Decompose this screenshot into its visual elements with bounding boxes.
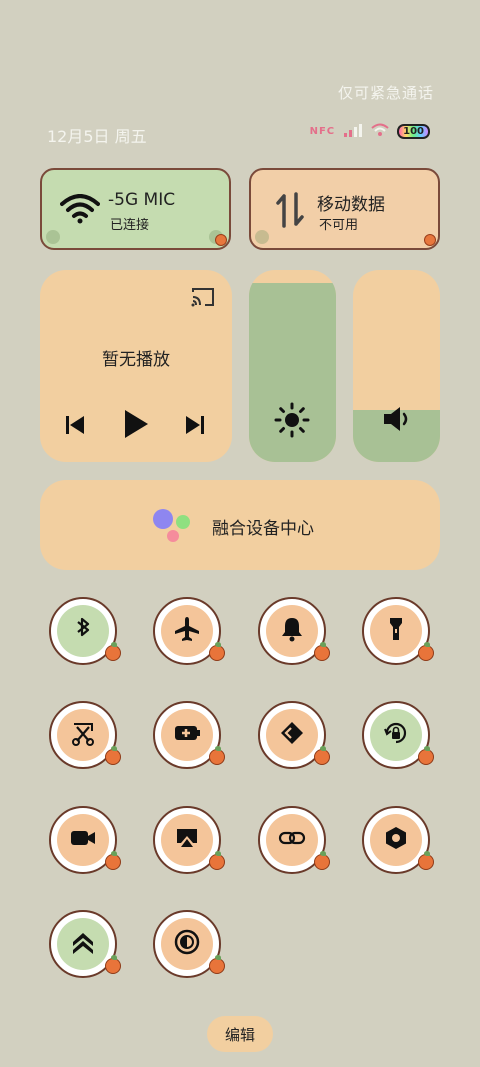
fruit-decoration-icon	[105, 955, 121, 974]
video-camera-icon	[69, 824, 97, 856]
battery-saver-toggle-face	[161, 709, 213, 761]
brightness-slider[interactable]	[249, 270, 336, 462]
fruit-decoration-icon	[314, 746, 330, 765]
cast-icon[interactable]	[190, 286, 216, 312]
flashlight-icon	[382, 615, 410, 647]
scissors-icon	[69, 719, 97, 751]
bluetooth-icon	[69, 615, 97, 647]
diamond-arrow-icon	[278, 719, 306, 751]
bell-icon	[278, 615, 306, 647]
flashlight-toggle[interactable]	[362, 597, 434, 665]
media-title: 暂无播放	[102, 350, 170, 370]
play-icon[interactable]	[122, 408, 150, 444]
wifi-icon	[60, 194, 100, 228]
bell-toggle-face	[266, 605, 318, 657]
skip-previous-icon[interactable]	[64, 414, 86, 440]
volume-slider[interactable]	[353, 270, 440, 462]
sun-icon	[274, 402, 310, 442]
bell-toggle[interactable]	[258, 597, 330, 665]
fusion-device-label: 融合设备中心	[212, 519, 314, 539]
nearby-share-toggle[interactable]	[258, 701, 330, 769]
settings-hex-toggle-face	[370, 814, 422, 866]
bluetooth-toggle[interactable]	[49, 597, 121, 665]
wifi-status: 已连接	[110, 218, 150, 233]
emergency-calls-only-text: 仅可紧急通话	[337, 84, 434, 102]
decor-dot	[46, 230, 60, 244]
bluetooth-toggle-face	[57, 605, 109, 657]
link-toggle[interactable]	[258, 806, 330, 874]
chevrons-up-icon	[69, 928, 97, 960]
wifi-status-icon	[371, 122, 389, 141]
screen-record-toggle[interactable]	[49, 806, 121, 874]
dark-mode-toggle-face	[161, 918, 213, 970]
fruit-decoration-icon	[105, 746, 121, 765]
screen-record-toggle-face	[57, 814, 109, 866]
performance-toggle-face	[57, 918, 109, 970]
fusion-device-icon	[152, 508, 194, 548]
media-player-tile[interactable]: 暂无播放	[40, 270, 232, 462]
skip-next-icon[interactable]	[184, 414, 206, 440]
status-icons: NFC 100	[310, 122, 430, 141]
signal-icon	[343, 122, 363, 141]
fruit-decoration-icon	[424, 234, 436, 246]
wifi-network-name: -5G MIC	[108, 190, 176, 210]
fruit-decoration-icon	[209, 955, 225, 974]
fruit-decoration-icon	[418, 642, 434, 661]
fruit-decoration-icon	[105, 851, 121, 870]
nfc-icon: NFC	[309, 126, 336, 137]
screen-cast-toggle-face	[161, 814, 213, 866]
mobile-data-title: 移动数据	[317, 195, 385, 215]
hexagon-nut-icon	[382, 824, 410, 856]
screen-cast-toggle[interactable]	[153, 806, 225, 874]
dark-mode-toggle[interactable]	[153, 910, 225, 978]
battery-plus-icon	[173, 719, 201, 751]
battery-icon: 100	[397, 124, 430, 139]
edit-button[interactable]: 编辑	[207, 1016, 273, 1052]
decor-dot	[255, 230, 269, 244]
airplane-toggle[interactable]	[153, 597, 225, 665]
mobile-data-tile[interactable]: 移动数据 不可用	[249, 168, 440, 250]
fusion-device-center-tile[interactable]: 融合设备中心	[40, 480, 440, 570]
airplane-icon	[173, 615, 201, 647]
fruit-decoration-icon	[314, 642, 330, 661]
rotation-lock-toggle-face	[370, 709, 422, 761]
fruit-decoration-icon	[209, 746, 225, 765]
link-icon	[278, 824, 306, 856]
flashlight-toggle-face	[370, 605, 422, 657]
screenshot-toggle-face	[57, 709, 109, 761]
speaker-icon	[381, 404, 413, 438]
airplane-toggle-face	[161, 605, 213, 657]
screenshot-toggle[interactable]	[49, 701, 121, 769]
fruit-decoration-icon	[418, 851, 434, 870]
rotation-lock-icon	[382, 719, 410, 751]
fruit-decoration-icon	[105, 642, 121, 661]
link-toggle-face	[266, 814, 318, 866]
contrast-icon	[173, 928, 201, 960]
data-arrows-icon	[275, 192, 305, 232]
battery-saver-toggle[interactable]	[153, 701, 225, 769]
fruit-decoration-icon	[418, 746, 434, 765]
settings-hex-toggle[interactable]	[362, 806, 434, 874]
airplay-icon	[173, 824, 201, 856]
performance-toggle[interactable]	[49, 910, 121, 978]
fruit-decoration-icon	[209, 851, 225, 870]
fruit-decoration-icon	[215, 234, 227, 246]
fruit-decoration-icon	[209, 642, 225, 661]
date-text: 12月5日 周五	[47, 127, 147, 146]
mobile-data-status: 不可用	[319, 218, 359, 233]
rotation-lock-toggle[interactable]	[362, 701, 434, 769]
fruit-decoration-icon	[314, 851, 330, 870]
nearby-share-toggle-face	[266, 709, 318, 761]
wifi-tile[interactable]: -5G MIC 已连接	[40, 168, 231, 250]
